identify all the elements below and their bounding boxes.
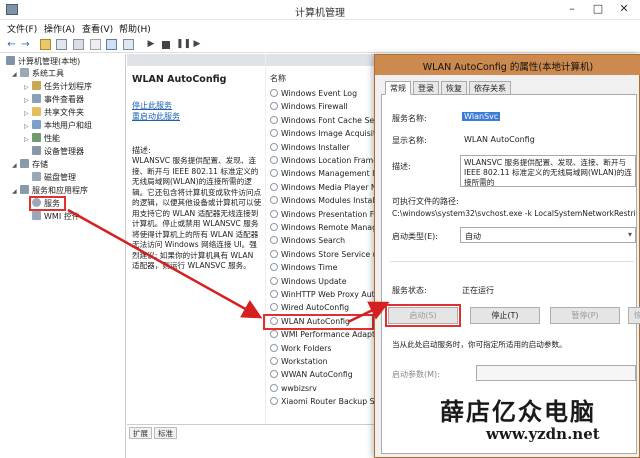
tab-general[interactable]: 常规 [385, 81, 411, 95]
annotation-arrows [67, 208, 390, 324]
watermark-url: www.yzdn.net [486, 425, 600, 443]
arrow-services-to-wlan [67, 208, 263, 319]
watermark-title: 薛店亿众电脑 [440, 397, 596, 426]
arrow-wlan-to-dialog [347, 301, 390, 324]
